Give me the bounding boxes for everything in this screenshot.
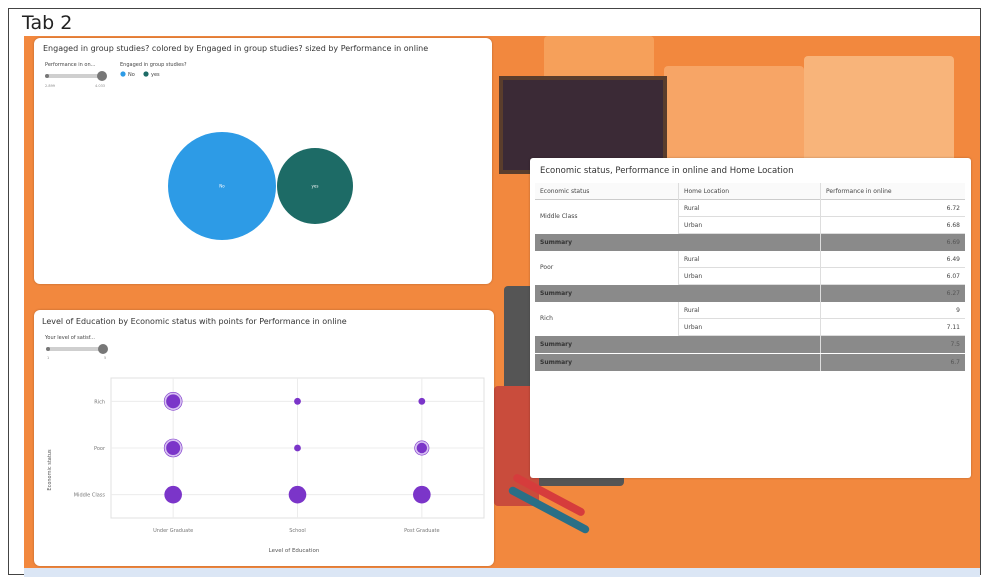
column-header: Performance in online [820, 183, 965, 200]
data-point[interactable] [418, 397, 426, 405]
table-card[interactable]: Economic status, Performance in online a… [530, 158, 971, 478]
dashboard-canvas: Engaged in group studies? colored by Eng… [24, 36, 980, 568]
data-point[interactable] [164, 485, 182, 504]
summary-value: 6.69 [820, 234, 965, 251]
home-location-cell: Urban [678, 319, 820, 336]
x-tick-label: Post Graduate [404, 528, 440, 534]
y-tick-label: Rich [94, 399, 105, 405]
slider-min-label: 2.899 [45, 84, 55, 88]
performance-cell: 6.68 [820, 217, 965, 234]
scatter-chart-card[interactable]: Level of Education by Economic status wi… [34, 310, 494, 566]
data-table: Economic status Home Location Performance … [535, 183, 965, 383]
data-point[interactable] [288, 485, 307, 504]
data-point[interactable] [166, 394, 181, 409]
bubble-label: No [219, 184, 225, 189]
performance-cell: 6.07 [820, 268, 965, 285]
data-point[interactable] [294, 444, 301, 452]
performance-cell: 9 [820, 302, 965, 319]
slider-min-label: 1 [47, 356, 49, 360]
legend-label-no[interactable]: No [128, 72, 135, 78]
column-header: Home Location [678, 183, 820, 200]
home-location-cell: Rural [678, 302, 820, 319]
row-group-label: Middle Class [540, 213, 578, 220]
summary-value: 6.7 [820, 354, 965, 371]
legend-swatch-no [120, 71, 126, 77]
legend-swatch-yes [143, 71, 149, 77]
legend-label-yes[interactable]: yes [151, 72, 160, 78]
slider-label: Performance in on... [45, 62, 96, 68]
summary-value: 6.27 [820, 285, 965, 302]
x-tick-label: School [289, 528, 306, 534]
slider-handle-max[interactable] [98, 344, 108, 354]
data-point[interactable] [416, 442, 428, 454]
slider-track[interactable] [47, 347, 105, 351]
summary-label: Summary [540, 341, 573, 348]
home-location-cell: Rural [678, 200, 820, 217]
y-tick-label: Poor [94, 446, 106, 452]
slider-handle-min[interactable] [45, 74, 49, 78]
slider-handle-max[interactable] [97, 71, 107, 81]
background-building [804, 56, 954, 166]
legend-title: Engaged in group studies? [120, 62, 187, 68]
slider-handle-min[interactable] [46, 347, 50, 351]
data-point[interactable] [294, 397, 301, 405]
slider-max-label: 4.033 [95, 84, 105, 88]
home-location-cell: Urban [678, 268, 820, 285]
chart-title: Engaged in group studies? colored by Eng… [43, 44, 428, 53]
slider-max-label: 5 [104, 356, 106, 360]
performance-cell: 6.49 [820, 251, 965, 268]
x-axis-label: Level of Education [269, 548, 320, 554]
column-header: Economic status [540, 188, 590, 195]
summary-label: Summary [540, 239, 573, 246]
y-tick-label: Middle Class [74, 493, 106, 499]
slider-label: Your level of satisf... [44, 335, 95, 341]
bubble-chart-card[interactable]: Engaged in group studies? colored by Eng… [34, 38, 492, 284]
table-title: Economic status, Performance in online a… [540, 166, 794, 176]
slider-track[interactable] [46, 74, 104, 78]
y-axis-label: Economic status [47, 449, 53, 491]
chart-title: Level of Education by Economic status wi… [42, 317, 347, 326]
home-location-cell: Urban [678, 217, 820, 234]
page-title: Tab 2 [22, 12, 73, 34]
home-location-cell: Rural [678, 251, 820, 268]
bubble-label: yes [312, 184, 319, 189]
scatter-chart: Level of Education by Economic status wi… [42, 317, 485, 554]
bottom-strip [24, 568, 980, 577]
summary-value: 7.5 [820, 336, 965, 353]
x-tick-label: Under Graduate [153, 528, 193, 534]
data-point[interactable] [413, 485, 431, 504]
performance-cell: 7.11 [820, 319, 965, 336]
performance-cell: 6.72 [820, 200, 965, 217]
bubble-chart: Engaged in group studies? colored by Eng… [43, 44, 428, 240]
summary-label: Summary [540, 359, 573, 366]
row-group-label: Rich [540, 315, 553, 322]
data-point[interactable] [166, 441, 181, 455]
summary-label: Summary [540, 290, 573, 297]
row-group-label: Poor [540, 264, 554, 271]
